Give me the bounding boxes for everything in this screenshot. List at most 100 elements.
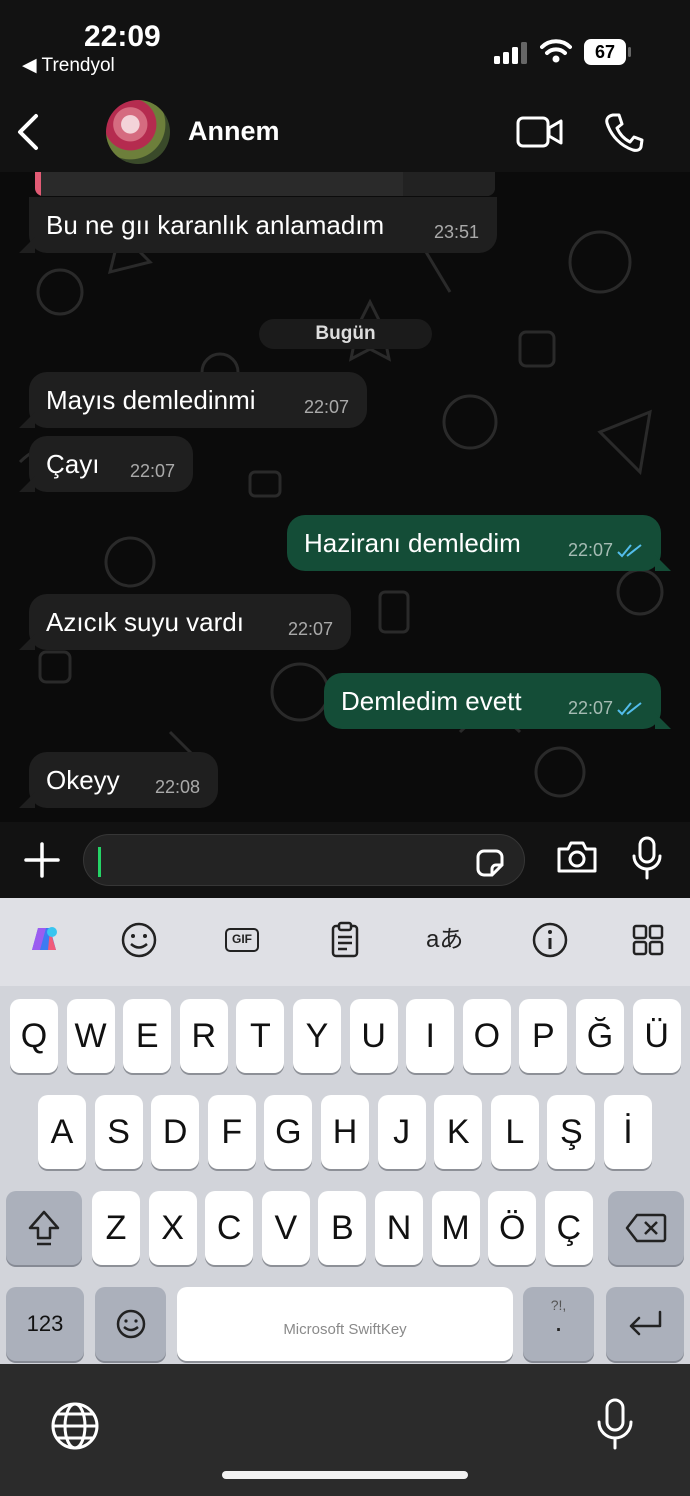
message-text: Mayıs demledinmi bbox=[46, 384, 256, 415]
message-text: Okeyy bbox=[46, 764, 120, 795]
key-d[interactable]: D bbox=[151, 1095, 200, 1169]
key-g[interactable]: G bbox=[264, 1095, 313, 1169]
message-input[interactable] bbox=[83, 834, 525, 886]
chat-area[interactable]: Bu ne gıı karanlık anlamadım 23:51 Bugün… bbox=[0, 172, 690, 822]
gif-icon[interactable]: GIF bbox=[222, 920, 262, 960]
key-k[interactable]: K bbox=[434, 1095, 483, 1169]
wifi-icon bbox=[540, 39, 572, 63]
quote-bar bbox=[35, 172, 41, 196]
video-call-icon[interactable] bbox=[516, 116, 564, 148]
message-time: 22:07 bbox=[567, 698, 613, 718]
globe-icon[interactable] bbox=[50, 1401, 100, 1451]
numbers-key[interactable]: 123 bbox=[6, 1287, 84, 1361]
key-o[interactable]: O bbox=[462, 999, 511, 1073]
key-s[interactable]: S bbox=[94, 1095, 143, 1169]
key-x[interactable]: X bbox=[148, 1191, 197, 1265]
battery-level: 67 bbox=[584, 39, 626, 65]
emoji-icon[interactable] bbox=[119, 920, 159, 960]
backspace-key[interactable] bbox=[608, 1191, 684, 1265]
message-text: Bu ne gıı karanlık anlamadım bbox=[46, 209, 385, 240]
key-ü[interactable]: Ü bbox=[632, 999, 681, 1073]
return-key[interactable] bbox=[606, 1287, 684, 1361]
message-composer bbox=[0, 822, 690, 898]
key-f[interactable]: F bbox=[207, 1095, 256, 1169]
punctuation-key[interactable]: ?!, . bbox=[523, 1287, 594, 1361]
copilot-icon[interactable] bbox=[24, 920, 64, 960]
key-m[interactable]: M bbox=[431, 1191, 480, 1265]
camera-icon[interactable] bbox=[556, 840, 598, 874]
return-icon bbox=[629, 1310, 662, 1336]
microphone-icon[interactable] bbox=[632, 836, 662, 880]
key-ö[interactable]: Ö bbox=[488, 1191, 537, 1265]
key-c[interactable]: C bbox=[205, 1191, 254, 1265]
translate-icon[interactable]: aあ bbox=[426, 920, 470, 960]
message-time: 22:08 bbox=[154, 777, 200, 797]
message-bubble-incoming[interactable]: Çayı 22:07 bbox=[19, 436, 193, 492]
key-e[interactable]: E bbox=[123, 999, 172, 1073]
keyboard-toolbar: GIF aあ bbox=[0, 898, 690, 986]
gif-label: GIF bbox=[225, 928, 259, 952]
keyboard: GIF aあ QWERTYUIOPĞÜ ASDFGHJKLŞİ ZXCVB N … bbox=[0, 898, 690, 1364]
key-n[interactable]: N bbox=[375, 1191, 423, 1265]
key-h[interactable]: H bbox=[321, 1095, 369, 1169]
key-b[interactable]: B bbox=[318, 1191, 367, 1265]
message-text: Demledim evett bbox=[341, 685, 522, 716]
status-time: 22:09 bbox=[84, 20, 161, 53]
emoji-key[interactable] bbox=[95, 1287, 166, 1361]
home-indicator[interactable] bbox=[222, 1471, 468, 1479]
message-bubble-outgoing[interactable]: Demledim evett 22:07 bbox=[324, 673, 671, 729]
key-q[interactable]: Q bbox=[10, 999, 58, 1073]
battery-icon: 67 bbox=[584, 39, 632, 65]
message-bubble-incoming[interactable]: Okeyy 22:08 bbox=[19, 752, 218, 808]
back-chevron-icon[interactable] bbox=[14, 112, 42, 152]
key-p[interactable]: P bbox=[519, 999, 568, 1073]
plus-icon[interactable] bbox=[24, 842, 60, 878]
key-ç[interactable]: Ç bbox=[544, 1191, 593, 1265]
clipboard-icon[interactable] bbox=[325, 920, 365, 960]
message-bubble-incoming[interactable]: Azıcık suyu vardı 22:07 bbox=[19, 594, 351, 650]
voice-call-icon[interactable] bbox=[604, 112, 644, 152]
key-ğ[interactable]: Ğ bbox=[576, 999, 624, 1073]
key-r[interactable]: R bbox=[179, 999, 228, 1073]
message-bubble-outgoing[interactable]: Haziranı demledim 22:07 bbox=[287, 515, 671, 571]
key-i[interactable]: I bbox=[406, 999, 455, 1073]
message-text: Haziranı demledim bbox=[304, 527, 521, 558]
key-i̇[interactable]: İ bbox=[604, 1095, 652, 1169]
key-w[interactable]: W bbox=[66, 999, 115, 1073]
info-icon[interactable] bbox=[530, 920, 570, 960]
message-bubble-incoming[interactable]: Mayıs demledinmi 22:07 bbox=[19, 372, 367, 428]
avatar[interactable] bbox=[106, 100, 170, 164]
message-text: Azıcık suyu vardı bbox=[46, 606, 244, 637]
back-to-app-link[interactable]: ◀ Trendyol bbox=[22, 54, 115, 77]
key-l[interactable]: L bbox=[490, 1095, 539, 1169]
key-ş[interactable]: Ş bbox=[547, 1095, 596, 1169]
grid-icon[interactable] bbox=[628, 920, 668, 960]
text-caret bbox=[98, 847, 101, 877]
contact-name[interactable]: Annem bbox=[188, 116, 280, 147]
cellular-signal-icon bbox=[494, 42, 527, 64]
key-y[interactable]: Y bbox=[293, 999, 341, 1073]
dictation-microphone-icon[interactable] bbox=[596, 1398, 634, 1450]
key-a[interactable]: A bbox=[38, 1095, 86, 1169]
sticker-icon[interactable] bbox=[474, 847, 506, 879]
message-time: 22:07 bbox=[303, 397, 349, 417]
backspace-icon bbox=[625, 1213, 667, 1243]
message-time: 22:07 bbox=[567, 540, 613, 560]
key-u[interactable]: U bbox=[349, 999, 398, 1073]
read-ticks-icon bbox=[617, 702, 642, 716]
battery-tip bbox=[628, 47, 631, 57]
message-bubble-incoming[interactable]: Bu ne gıı karanlık anlamadım 23:51 bbox=[19, 197, 497, 253]
shift-icon bbox=[28, 1210, 60, 1246]
message-text: Çayı bbox=[46, 448, 100, 479]
space-key[interactable]: Microsoft SwiftKey bbox=[177, 1287, 513, 1361]
key-v[interactable]: V bbox=[261, 1191, 310, 1265]
shift-key[interactable] bbox=[6, 1191, 82, 1265]
period-label: . bbox=[554, 1306, 563, 1337]
status-bar: 22:09 ◀ Trendyol 67 bbox=[0, 0, 690, 90]
quoted-media-preview[interactable] bbox=[35, 172, 495, 196]
chat-header: Annem bbox=[0, 90, 690, 172]
key-z[interactable]: Z bbox=[92, 1191, 140, 1265]
key-t[interactable]: T bbox=[236, 999, 285, 1073]
keyboard-bottom-bar bbox=[0, 1364, 690, 1496]
key-j[interactable]: J bbox=[377, 1095, 426, 1169]
